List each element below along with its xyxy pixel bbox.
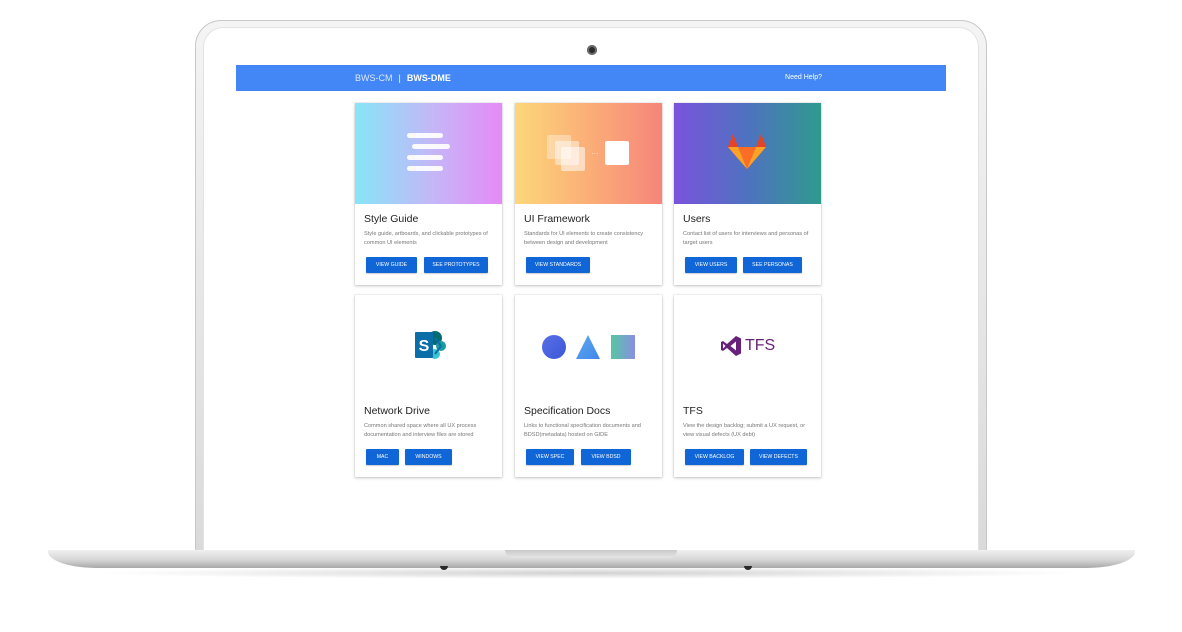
view-spec-button[interactable]: VIEW SPEC bbox=[526, 449, 574, 465]
mac-button[interactable]: MAC bbox=[366, 449, 399, 465]
stacked-squares-icon: ··· bbox=[547, 131, 637, 177]
card-network-drive: S Network Drive Common shared space wher… bbox=[355, 295, 502, 477]
need-help-link[interactable]: Need Help? bbox=[785, 73, 822, 83]
card-title: Network Drive bbox=[364, 405, 430, 417]
top-navbar: BWS-CM | BWS-DME Need Help? bbox=[236, 65, 946, 91]
view-guide-button[interactable]: VIEW GUIDE bbox=[366, 257, 417, 273]
see-personas-button[interactable]: SEE PERSONAS bbox=[743, 257, 802, 273]
app-link-bws-cm[interactable]: BWS-CM bbox=[355, 73, 393, 83]
tfs-logo-text: TFS bbox=[745, 337, 776, 354]
app-separator: | bbox=[398, 73, 401, 83]
card-media: ··· bbox=[515, 103, 662, 204]
view-bdsd-button[interactable]: VIEW BDSD bbox=[581, 449, 631, 465]
tfs-logo: TFS bbox=[720, 335, 780, 357]
windows-button[interactable]: WINDOWS bbox=[405, 449, 452, 465]
card-ui-framework: ··· UI Framework Standards for UI elemen… bbox=[515, 103, 662, 285]
laptop-shadow bbox=[90, 567, 1090, 579]
card-media bbox=[515, 295, 662, 396]
card-media: S bbox=[355, 295, 502, 396]
card-title: Specification Docs bbox=[524, 405, 611, 417]
laptop-screen: BWS-CM | BWS-DME Need Help? Style Guide St… bbox=[236, 65, 946, 510]
card-title: Users bbox=[683, 213, 711, 225]
app-switcher: BWS-CM | BWS-DME bbox=[355, 72, 451, 84]
svg-text:S: S bbox=[419, 338, 430, 355]
card-tfs: TFS TFS View the design backlog; submit … bbox=[674, 295, 821, 477]
card-specification-docs: Specification Docs Links to functional s… bbox=[515, 295, 662, 477]
view-users-button[interactable]: VIEW USERS bbox=[685, 257, 737, 273]
visual-studio-icon bbox=[721, 336, 741, 356]
card-description: Contact list of users for interviews and… bbox=[683, 231, 809, 246]
card-style-guide: Style Guide Style guide, artboards, and … bbox=[355, 103, 502, 285]
gitlab-fox-icon bbox=[728, 134, 766, 169]
text-lines-icon bbox=[405, 131, 453, 177]
card-description: Style guide, artboards, and clickable pr… bbox=[364, 231, 488, 246]
shapes-icon bbox=[541, 334, 637, 360]
card-title: TFS bbox=[683, 405, 703, 417]
card-title: UI Framework bbox=[524, 213, 590, 225]
camera-icon bbox=[587, 45, 597, 55]
sharepoint-icon: S bbox=[415, 331, 446, 359]
view-backlog-button[interactable]: VIEW BACKLOG bbox=[685, 449, 744, 465]
card-description: Links to functional specification docume… bbox=[524, 423, 641, 438]
card-media bbox=[674, 103, 821, 204]
card-users: Users Contact list of users for intervie… bbox=[674, 103, 821, 285]
laptop-base-notch bbox=[505, 550, 677, 558]
card-description: Standards for UI elements to create cons… bbox=[524, 231, 644, 246]
card-description: Common shared space where all UX process… bbox=[364, 423, 477, 438]
app-link-bws-dme[interactable]: BWS-DME bbox=[407, 73, 451, 83]
view-defects-button[interactable]: VIEW DEFECTS bbox=[750, 449, 807, 465]
card-title: Style Guide bbox=[364, 213, 419, 225]
card-media: TFS bbox=[674, 295, 821, 396]
card-media bbox=[355, 103, 502, 204]
view-standards-button[interactable]: VIEW STANDARDS bbox=[526, 257, 590, 273]
card-description: View the design backlog; submit a UX req… bbox=[683, 423, 806, 438]
see-prototypes-button[interactable]: SEE PROTOTYPES bbox=[424, 257, 488, 273]
